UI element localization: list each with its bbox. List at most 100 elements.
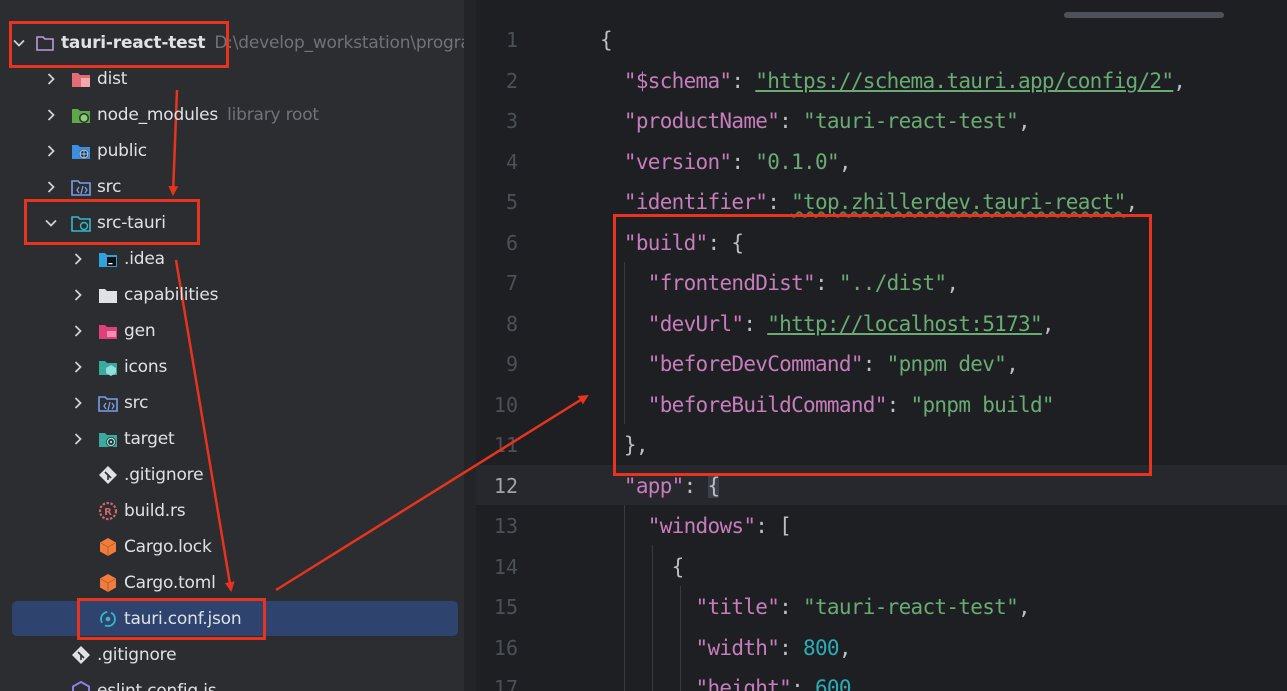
tree-item-label: .idea: [124, 249, 165, 269]
tree-item-label: public: [97, 141, 147, 161]
tree-item-label: Cargo.toml: [124, 573, 216, 593]
chevron-right-icon[interactable]: [67, 428, 89, 450]
eslint-file-icon: [70, 680, 92, 691]
code-line-13: "windows": [: [647, 514, 792, 538]
tree-item-icons[interactable]: icons: [0, 349, 464, 385]
brace: {: [600, 28, 613, 52]
json-number-value: 800: [803, 636, 840, 660]
tree-item-label: build.rs: [124, 501, 186, 521]
line-number: 10: [493, 393, 518, 417]
line-number: 8: [505, 312, 518, 336]
tree-item-label: target: [124, 429, 175, 449]
code-line-3: "productName": "tauri-react-test",: [623, 109, 1031, 133]
code-line-15: "title": "tauri-react-test",: [695, 595, 1031, 619]
line-number: 4: [505, 150, 518, 174]
target-folder-icon: [97, 428, 119, 450]
line-number: 17: [493, 676, 518, 691]
tree-item-capabilities[interactable]: capabilities: [0, 277, 464, 313]
tree-item-gen[interactable]: gen: [0, 313, 464, 349]
json-key: "title": [695, 595, 780, 619]
git-file-icon: [97, 464, 119, 486]
json-string-value: "top.zhillerdev.tauri-react": [791, 190, 1126, 214]
json-key: "width": [695, 636, 780, 660]
cargo-file-icon: [97, 536, 119, 558]
tree-item-target[interactable]: target: [0, 421, 464, 457]
json-string-value: "0.1.0": [755, 150, 839, 174]
chevron-right-icon[interactable]: [67, 356, 89, 378]
line-number: 3: [505, 109, 518, 133]
code-line-2: "$schema": "https://schema.tauri.app/con…: [623, 69, 1186, 93]
chevron-right-icon[interactable]: [40, 140, 62, 162]
tree-item-label: eslint.config.js: [97, 681, 217, 691]
tree-scrollbar[interactable]: [464, 0, 476, 691]
tree-item-build-rs[interactable]: R build.rs: [0, 493, 464, 529]
chevron-right-icon[interactable]: [67, 284, 89, 306]
tree-item-eslint-config[interactable]: eslint.config.js: [0, 673, 464, 691]
horizontal-scrollbar[interactable]: [1064, 12, 1224, 18]
idea-folder-icon: [97, 248, 119, 270]
line-number-gutter: 1 2 3 4 5 6 7 8 9 10 11 12 13 14 15 16 1…: [476, 0, 596, 691]
line-number: 7: [505, 271, 518, 295]
chevron-right-icon[interactable]: [40, 104, 62, 126]
line-number: 6: [505, 231, 518, 255]
tree-item-cargo-lock[interactable]: Cargo.lock: [0, 529, 464, 565]
json-url-value[interactable]: "https://schema.tauri.app/config/2": [755, 69, 1174, 93]
chevron-right-icon[interactable]: [67, 248, 89, 270]
chevron-right-icon[interactable]: [40, 176, 62, 198]
tree-item-gitignore[interactable]: .gitignore: [0, 457, 464, 493]
code-line-1: {: [600, 20, 613, 60]
tauri-json-file-icon: [97, 608, 119, 630]
line-number: 11: [493, 433, 518, 457]
json-string-value: "tauri-react-test": [803, 595, 1019, 619]
code-line-4: "version": "0.1.0",: [623, 150, 852, 174]
resource-folder-icon: [97, 356, 119, 378]
json-number-value: 600: [814, 676, 852, 691]
tree-item-label: icons: [124, 357, 168, 377]
tree-item-src-tauri-src[interactable]: src: [0, 385, 464, 421]
chevron-down-icon[interactable]: [12, 32, 26, 54]
tree-item-label: Cargo.lock: [124, 537, 212, 557]
folder-icon: [97, 284, 119, 306]
tree-item-label: .gitignore: [124, 465, 204, 485]
text-caret: {: [707, 474, 720, 498]
tree-item-label: capabilities: [124, 285, 219, 305]
project-tree[interactable]: tauri-react-test D:\develop_workstation\…: [0, 0, 464, 691]
json-key: "windows": [647, 514, 756, 538]
tree-item-label: src: [124, 393, 149, 413]
generated-folder-icon: [97, 320, 119, 342]
tree-item-node-modules[interactable]: node_modules library root: [0, 97, 464, 133]
tree-item-cargo-toml[interactable]: Cargo.toml: [0, 565, 464, 601]
tree-item-label: src: [97, 177, 122, 197]
folder-icon: [34, 32, 56, 54]
tree-item-hint: library root: [227, 105, 319, 125]
tree-item-path: D:\develop_workstation\progra: [214, 33, 464, 53]
node-modules-folder-icon: [70, 104, 92, 126]
git-file-icon: [70, 644, 92, 666]
chevron-right-icon[interactable]: [40, 68, 62, 90]
tree-item-idea[interactable]: .idea: [0, 241, 464, 277]
tree-item-root-gitignore[interactable]: .gitignore: [0, 637, 464, 673]
tree-item-label: node_modules: [97, 105, 219, 125]
cargo-file-icon: [97, 572, 119, 594]
tree-item-label: dist: [97, 69, 128, 89]
annotation-box-build-section: [613, 214, 1152, 476]
tree-item-public[interactable]: public: [0, 133, 464, 169]
chevron-down-icon[interactable]: [40, 212, 62, 234]
web-folder-icon: [70, 140, 92, 162]
tree-item-label: src-tauri: [97, 213, 166, 233]
json-key: "version": [623, 150, 732, 174]
chevron-right-icon[interactable]: [67, 320, 89, 342]
tree-item-label: gen: [124, 321, 156, 341]
line-number: 1: [505, 28, 518, 52]
source-folder-icon: [70, 176, 92, 198]
tauri-folder-icon: [70, 212, 92, 234]
chevron-right-icon[interactable]: [67, 392, 89, 414]
tree-item-label: .gitignore: [97, 645, 177, 665]
tree-item-label: tauri.conf.json: [124, 609, 242, 629]
line-number: 5: [505, 190, 518, 214]
json-key: "$schema": [623, 69, 732, 93]
line-number: 9: [505, 352, 518, 376]
source-folder-icon: [97, 392, 119, 414]
line-number-current: 12: [493, 474, 518, 498]
line-number: 13: [493, 514, 518, 538]
